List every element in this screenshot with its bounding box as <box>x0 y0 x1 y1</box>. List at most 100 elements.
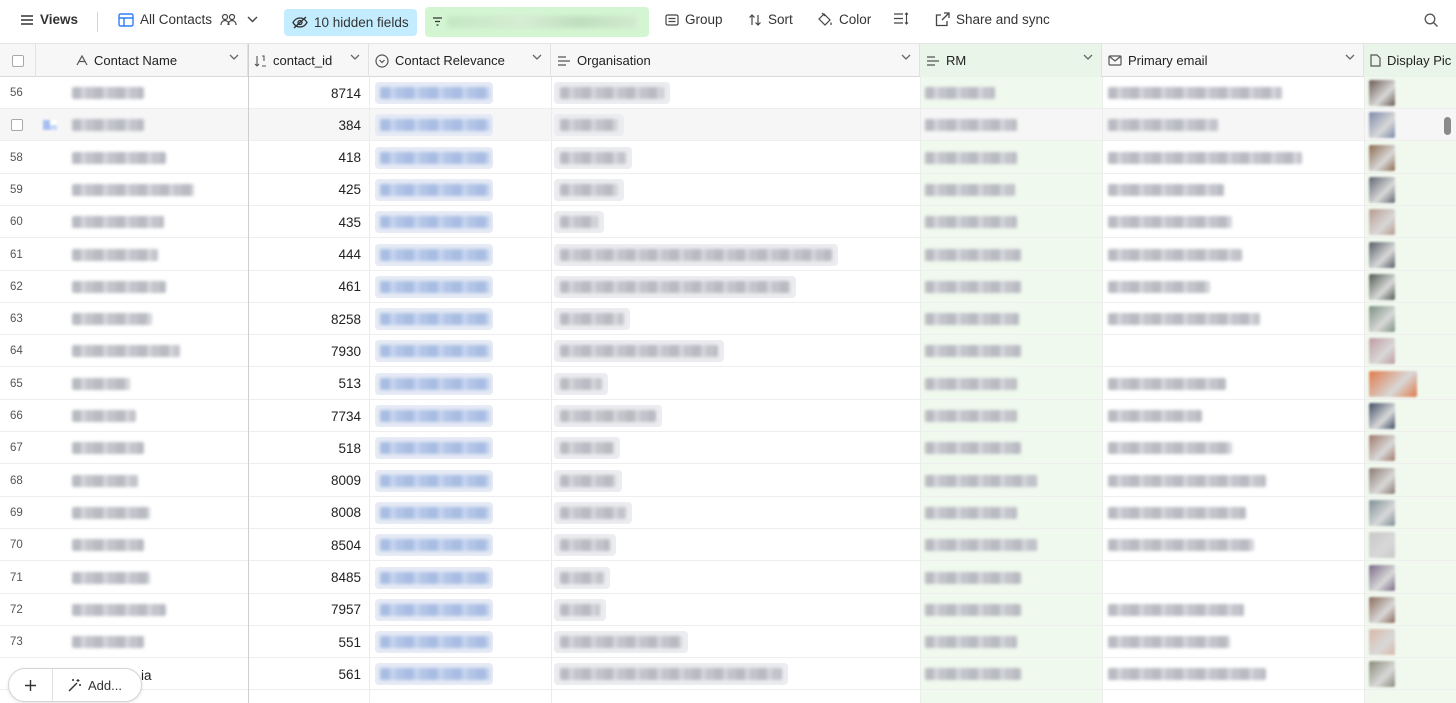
contact-id-cell[interactable]: 418 <box>248 142 369 174</box>
table-row[interactable]: 63 8258 <box>0 303 1456 336</box>
table-row[interactable]: 73 551 <box>0 626 1456 659</box>
table-row[interactable]: 64 7930 <box>0 335 1456 368</box>
table-row[interactable]: 69 8008 <box>0 497 1456 529</box>
column-header-contact-id[interactable]: contact_id <box>248 44 369 77</box>
contact-id-cell[interactable]: 425 <box>248 174 369 206</box>
views-button[interactable]: Views <box>20 12 78 27</box>
row-height-button[interactable] <box>893 12 909 25</box>
contact-id-cell[interactable]: 461 <box>248 271 369 303</box>
display-pic-thumbnail[interactable] <box>1369 241 1395 268</box>
rm-text-redacted <box>925 183 1015 196</box>
table-row[interactable]: 65 513 <box>0 368 1456 400</box>
table-row[interactable]: 59 425 <box>0 174 1456 206</box>
table-row[interactable]: 62 461 <box>0 271 1456 303</box>
rm-text-redacted <box>925 474 1037 487</box>
display-pic-thumbnail[interactable] <box>1369 596 1395 623</box>
contact-id-cell[interactable]: 444 <box>248 239 369 271</box>
contact-id-cell[interactable]: 8009 <box>248 465 369 497</box>
organisation-text-redacted <box>560 119 618 132</box>
column-header-organisation[interactable]: Organisation <box>551 44 920 77</box>
table-row[interactable]: 56 8714 <box>0 77 1456 109</box>
display-pic-thumbnail[interactable] <box>1369 273 1395 300</box>
horizontal-scroll-handle[interactable] <box>1444 117 1451 135</box>
contact-id-cell[interactable]: 8485 <box>248 562 369 594</box>
contact-id-cell[interactable]: 7930 <box>248 335 369 367</box>
contact-id-cell[interactable]: 8258 <box>248 303 369 335</box>
display-pic-thumbnail[interactable] <box>1369 661 1395 688</box>
contact-name-redacted <box>72 345 180 358</box>
relevance-text-redacted <box>380 442 490 455</box>
sort-button[interactable]: Sort <box>748 12 793 27</box>
organisation-text-redacted <box>560 183 618 196</box>
select-all-checkbox[interactable] <box>0 44 36 77</box>
column-header-contact-name[interactable]: Contact Name <box>36 44 248 77</box>
table-row[interactable]: 70 8504 <box>0 529 1456 562</box>
color-label: Color <box>839 12 872 27</box>
search-button[interactable] <box>1424 13 1439 28</box>
display-pic-thumbnail[interactable] <box>1369 80 1395 106</box>
column-header-rm[interactable]: RM <box>920 44 1102 77</box>
table-row[interactable]: 67 518 <box>0 432 1456 465</box>
contact-id-cell[interactable]: 551 <box>248 626 369 658</box>
display-pic-thumbnail[interactable] <box>1369 176 1395 203</box>
display-pic-thumbnail[interactable] <box>1369 306 1395 333</box>
table-row[interactable]: 68 8009 <box>0 465 1456 497</box>
display-pic-thumbnail[interactable] <box>1369 370 1417 397</box>
hidden-fields-button[interactable]: 10 hidden fields <box>284 9 417 36</box>
column-header-contact-relevance[interactable]: Contact Relevance <box>369 44 551 77</box>
contact-id-cell[interactable]: 7734 <box>248 400 369 432</box>
display-pic-thumbnail[interactable] <box>1369 403 1395 429</box>
contact-id-cell[interactable]: 8504 <box>248 529 369 561</box>
relevance-text-redacted <box>380 151 490 164</box>
display-pic-thumbnail[interactable] <box>1369 629 1395 656</box>
column-header-display-pic[interactable]: Display Pic <box>1364 44 1456 77</box>
row-checkbox[interactable] <box>11 119 23 132</box>
row-number: 69 <box>10 506 23 519</box>
contact-id-cell[interactable]: 561 <box>248 658 369 690</box>
email-text-redacted <box>1108 151 1302 164</box>
rm-text-redacted <box>925 668 1021 681</box>
table-row[interactable]: 58 418 <box>0 142 1456 174</box>
share-and-sync-button[interactable]: Share and sync <box>935 12 1050 27</box>
table-row[interactable]: 561 <box>0 658 1456 691</box>
expand-record-icon[interactable] <box>43 120 57 131</box>
filter-button[interactable] <box>425 7 649 37</box>
table-row[interactable]: 61 444 <box>0 239 1456 271</box>
view-switcher[interactable]: All Contacts <box>118 12 258 27</box>
contact-id-cell[interactable]: 8714 <box>248 77 369 109</box>
table-row[interactable]: 66 7734 <box>0 400 1456 432</box>
display-pic-thumbnail[interactable] <box>1369 499 1395 526</box>
rm-text-redacted <box>925 636 1017 649</box>
group-button[interactable]: Group <box>665 12 723 27</box>
display-pic-thumbnail[interactable] <box>1369 209 1395 236</box>
table-row[interactable]: 72 7957 <box>0 594 1456 626</box>
display-pic-thumbnail[interactable] <box>1369 338 1395 365</box>
email-text-redacted <box>1108 183 1224 196</box>
display-pic-thumbnail[interactable] <box>1369 435 1395 462</box>
contact-name-redacted <box>72 571 150 584</box>
table-row[interactable]: 60 435 <box>0 206 1456 239</box>
table-row[interactable]: 71 8485 <box>0 562 1456 594</box>
display-pic-thumbnail[interactable] <box>1369 564 1395 591</box>
display-pic-thumbnail[interactable] <box>1369 532 1395 559</box>
contact-id-cell[interactable]: 7957 <box>248 594 369 626</box>
display-pic-thumbnail[interactable] <box>1369 112 1395 139</box>
contact-id-cell[interactable]: 518 <box>248 432 369 464</box>
table-row[interactable]: 384 <box>0 109 1456 142</box>
display-pic-thumbnail[interactable] <box>1369 144 1395 171</box>
contact-id-cell[interactable]: 8008 <box>248 497 369 529</box>
email-text-redacted <box>1108 442 1232 455</box>
column-header-primary-email[interactable]: Primary email <box>1102 44 1364 77</box>
grid-view-icon <box>118 12 134 27</box>
linked-record-icon <box>557 55 571 67</box>
row-number: 62 <box>10 280 23 293</box>
contact-id-cell[interactable]: 384 <box>248 109 369 141</box>
contact-id-cell[interactable]: 435 <box>248 206 369 238</box>
display-pic-thumbnail[interactable] <box>1369 467 1395 494</box>
contact-id-cell[interactable]: 513 <box>248 368 369 400</box>
color-button[interactable]: Color <box>817 12 871 27</box>
add-with-ai-button[interactable]: Add... <box>53 678 122 693</box>
row-number: 68 <box>10 474 23 487</box>
add-record-button[interactable] <box>9 668 53 702</box>
contact-name-redacted <box>72 313 152 326</box>
